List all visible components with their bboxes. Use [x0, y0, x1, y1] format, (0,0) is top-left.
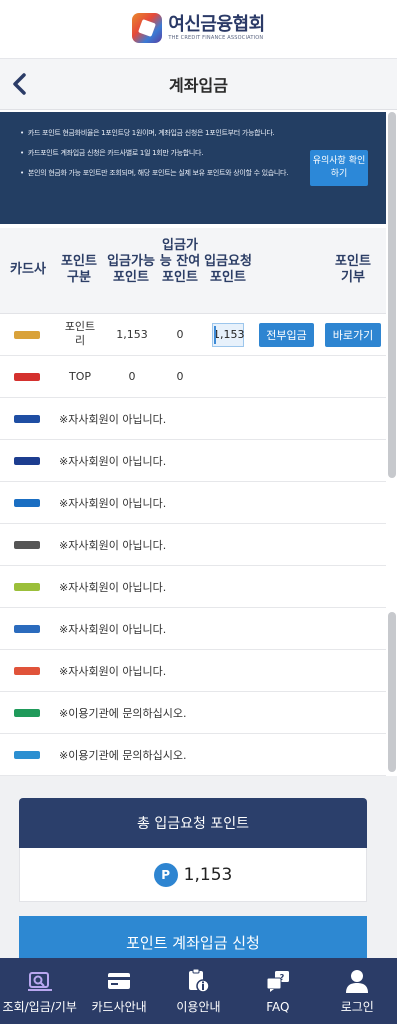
scrollbar-upper[interactable]	[388, 112, 396, 478]
row-available: 1,153	[116, 328, 148, 341]
card-company-logo	[14, 415, 40, 423]
deposit-all-button[interactable]: 전부입금	[259, 323, 314, 347]
nav-label: 조회/입금/기부	[2, 1000, 77, 1014]
card-company-logo	[14, 667, 40, 675]
row-message: ※이용기관에 문의하십시오.	[59, 707, 187, 720]
notice-item: 카드포인트 계좌입금 신청은 카드사별로 1일 1회만 가능합니다.	[10, 148, 300, 159]
header-remaining: 입금가능 잔여포인트	[159, 238, 201, 285]
summary-title: 총 입금요청 포인트	[19, 798, 367, 848]
logo-text: 여신금융협회 THE CREDIT FINANCE ASSOCIATION	[168, 14, 265, 42]
row-point-type: TOP	[68, 370, 91, 383]
row-message: ※자사회원이 아닙니다.	[59, 497, 167, 510]
card-logo-mark	[14, 625, 40, 633]
table-row: ※이용기관에 문의하십시오.	[0, 734, 386, 776]
apply-deposit-button[interactable]: 포인트 계좌입금 신청	[19, 916, 367, 960]
search-coins-icon	[27, 968, 53, 994]
card-table: 포인트리 1,153 0 1,153 전부입금 바로가기 TOP 0 0 ※자사…	[0, 314, 386, 776]
table-row: ※자사회원이 아닙니다.	[0, 566, 386, 608]
row-message: ※이용기관에 문의하십시오.	[59, 749, 187, 762]
nav-item-inquiry[interactable]: 조회/입금/기부	[0, 958, 79, 1024]
card-logo-mark	[14, 331, 40, 339]
page-header: 계좌입금	[0, 58, 397, 110]
table-row: ※자사회원이 아닙니다.	[0, 608, 386, 650]
go-to-button[interactable]: 바로가기	[325, 323, 381, 347]
logo-subtitle: THE CREDIT FINANCE ASSOCIATION	[168, 35, 264, 41]
header-available: 입금가능 포인트	[107, 254, 155, 285]
nav-label: 로그인	[340, 1000, 374, 1014]
nav-label: 카드사안내	[91, 1000, 147, 1014]
check-notice-button[interactable]: 유의사항 확인하기	[310, 150, 368, 186]
card-logo-mark	[14, 499, 40, 507]
card-company-logo	[14, 751, 40, 759]
page-title: 계좌입금	[169, 76, 228, 95]
user-icon	[344, 968, 370, 994]
card-company-logo	[14, 583, 40, 591]
card-company-logo	[14, 499, 40, 507]
row-message: ※자사회원이 아닙니다.	[59, 665, 167, 678]
bottom-nav: 조회/입금/기부 카드사안내 이용안내 ? FAQ 로그인	[0, 958, 397, 1024]
logo-name: 여신금융협회	[168, 14, 265, 35]
table-row: ※자사회원이 아닙니다.	[0, 398, 386, 440]
svg-text:?: ?	[280, 973, 285, 982]
nav-label: 이용안내	[176, 1000, 221, 1014]
row-message: ※자사회원이 아닙니다.	[59, 539, 167, 552]
row-message: ※자사회원이 아닙니다.	[59, 581, 167, 594]
table-header: 카드사 포인트 구분 입금가능 포인트 입금가능 잔여포인트 입금요청 포인트 …	[0, 228, 386, 314]
association-logo-icon	[132, 13, 163, 43]
notice-item: 카드 포인트 현금화비율은 1포인트당 1원이며, 계좌입금 신청은 1포인트부…	[10, 128, 300, 139]
card-logo-mark	[14, 373, 40, 381]
summary-body: P 1,153	[19, 848, 367, 902]
back-button[interactable]	[6, 69, 34, 99]
table-row: ※자사회원이 아닙니다.	[0, 482, 386, 524]
card-company-logo	[14, 331, 40, 339]
row-available: 0	[128, 370, 136, 383]
nav-item-login[interactable]: 로그인	[318, 958, 397, 1024]
page: 여신금융협회 THE CREDIT FINANCE ASSOCIATION 계좌…	[0, 0, 397, 1024]
card-logo-mark	[14, 583, 40, 591]
card-logo-mark	[14, 751, 40, 759]
table-row: TOP 0 0	[0, 356, 386, 398]
total-request-points: 1,153	[183, 864, 233, 885]
card-logo-mark	[14, 415, 40, 423]
card-logo-mark	[14, 709, 40, 717]
table-row: 포인트리 1,153 0 1,153 전부입금 바로가기	[0, 314, 386, 356]
row-message: ※자사회원이 아닙니다.	[59, 623, 167, 636]
header-type: 포인트 구분	[61, 254, 97, 285]
table-row: ※자사회원이 아닙니다.	[0, 440, 386, 482]
card-logo-mark	[14, 667, 40, 675]
card-icon	[106, 968, 132, 994]
notice-box: 카드 포인트 현금화비율은 1포인트당 1원이며, 계좌입금 신청은 1포인트부…	[0, 112, 386, 224]
table-row: ※자사회원이 아닙니다.	[0, 524, 386, 566]
nav-item-card-companies[interactable]: 카드사안내	[79, 958, 158, 1024]
table-row: ※자사회원이 아닙니다.	[0, 650, 386, 692]
notice-item: 본인의 현금화 가능 포인트만 조회되며, 해당 포인트는 실제 보유 포인트와…	[10, 168, 300, 179]
notice-list: 카드 포인트 현금화비율은 1포인트당 1원이며, 계좌입금 신청은 1포인트부…	[10, 128, 300, 179]
card-company-logo	[14, 625, 40, 633]
header-donate: 포인트 기부	[335, 254, 371, 285]
row-point-type: 포인트리	[64, 320, 96, 347]
card-company-logo	[14, 373, 40, 381]
chat-question-icon: ?	[265, 968, 291, 994]
scrollbar-lower[interactable]	[388, 612, 396, 772]
nav-label: FAQ	[266, 1000, 290, 1014]
header-request: 입금요청 포인트	[204, 254, 252, 285]
card-logo-mark	[14, 457, 40, 465]
clipboard-info-icon	[185, 968, 211, 994]
row-message: ※자사회원이 아닙니다.	[59, 455, 167, 468]
row-remaining: 0	[176, 328, 184, 341]
row-remaining: 0	[176, 370, 184, 383]
nav-item-faq[interactable]: ? FAQ	[238, 958, 317, 1024]
row-message: ※자사회원이 아닙니다.	[59, 413, 167, 426]
card-company-logo	[14, 457, 40, 465]
nav-item-guide[interactable]: 이용안내	[159, 958, 238, 1024]
card-logo-mark	[14, 541, 40, 549]
card-company-logo	[14, 541, 40, 549]
point-badge-icon: P	[153, 862, 178, 887]
header-company: 카드사	[10, 262, 46, 277]
logo-bar: 여신금융협회 THE CREDIT FINANCE ASSOCIATION	[0, 0, 397, 56]
card-company-logo	[14, 709, 40, 717]
table-row: ※이용기관에 문의하십시오.	[0, 692, 386, 734]
chevron-left-icon	[13, 73, 26, 95]
request-point-input[interactable]: 1,153	[212, 323, 245, 347]
